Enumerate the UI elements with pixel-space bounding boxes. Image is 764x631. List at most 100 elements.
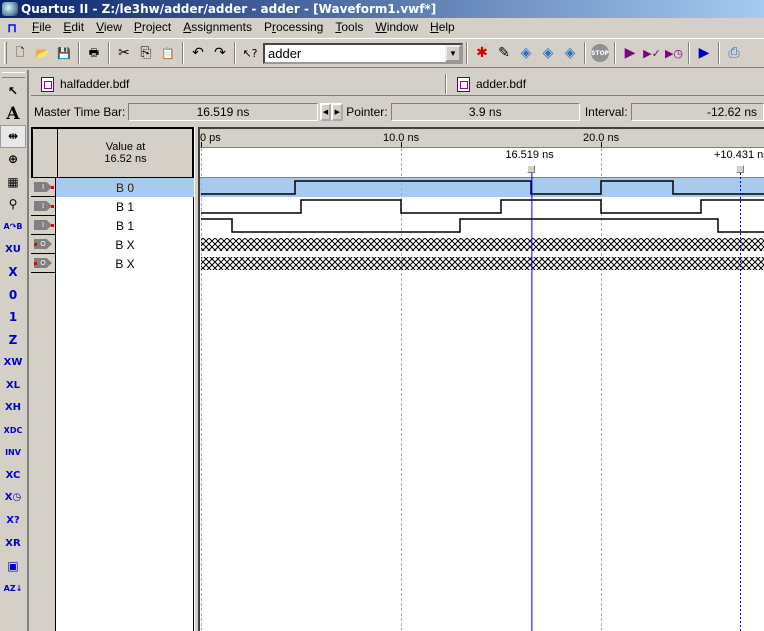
print-icon[interactable]: 🖶: [83, 42, 105, 64]
signal-row[interactable]: I B 1: [31, 216, 194, 235]
timing-analyzer-icon[interactable]: ◈: [559, 42, 581, 64]
text-tool-icon[interactable]: A: [0, 103, 26, 126]
programmer-icon[interactable]: ⎙: [723, 42, 745, 64]
uninitialized-icon[interactable]: XU: [0, 238, 26, 261]
overwrite-clock-icon[interactable]: X◷: [0, 487, 26, 510]
start-simulation-icon[interactable]: ▶: [693, 42, 715, 64]
weak-low-icon[interactable]: XL: [0, 374, 26, 397]
weak-unknown-icon[interactable]: XW: [0, 351, 26, 374]
edit-pencil-icon[interactable]: ✎: [493, 42, 515, 64]
toolbar-separator: [466, 42, 468, 64]
menu-window[interactable]: Window: [369, 18, 424, 37]
master-time-bar-handle[interactable]: [527, 165, 536, 173]
unknown-value-waveform: [201, 257, 764, 270]
previous-transition-button[interactable]: ◀: [319, 103, 332, 121]
waveform-canvas[interactable]: [200, 127, 764, 631]
save-icon[interactable]: 💾: [53, 42, 75, 64]
toolbar-separator: [688, 42, 690, 64]
stop-icon[interactable]: STOP: [591, 44, 609, 62]
signal-value: B X: [115, 237, 135, 252]
secondary-time-bar-handle[interactable]: [736, 165, 744, 173]
menu-view[interactable]: View: [90, 18, 128, 37]
project-combo[interactable]: adder ▼: [263, 42, 463, 64]
context-help-icon[interactable]: ↖?: [239, 42, 261, 64]
toolbar-grip[interactable]: [4, 42, 7, 64]
invert-icon[interactable]: INV: [0, 442, 26, 465]
weak-high-icon[interactable]: XH: [0, 396, 26, 419]
replace-icon[interactable]: A↷B: [0, 216, 26, 239]
fitter-icon[interactable]: ◈: [537, 42, 559, 64]
forcing-low-icon[interactable]: 0: [0, 283, 26, 306]
toolbar-separator: [182, 42, 184, 64]
master-time-bar-label: 16.519 ns: [505, 149, 554, 161]
window-title: Quartus II - Z:/le3hw/adder/adder - adde…: [21, 2, 437, 16]
tab-adder[interactable]: adder.bdf: [447, 72, 747, 96]
menu-bar: ⊓ File Edit View Project Assignments Processi…: [0, 18, 764, 37]
start-timing-icon[interactable]: ▶◷: [663, 42, 685, 64]
menu-help[interactable]: Help: [424, 18, 461, 37]
title-bar: Quartus II - Z:/le3hw/adder/adder - adde…: [0, 0, 764, 18]
selection-tool-icon[interactable]: ↖: [0, 80, 26, 103]
waveform-editor: Value at 16.52 ns IB 0IB 1IB 1OB XOB X 0…: [31, 127, 764, 631]
menu-assignments[interactable]: Assignments: [177, 18, 258, 37]
open-icon[interactable]: 📂: [31, 42, 53, 64]
analysis-icon[interactable]: ◈: [515, 42, 537, 64]
toolbar-separator: [584, 42, 586, 64]
pin-column-empty: [31, 273, 56, 631]
undo-icon[interactable]: ↶: [187, 42, 209, 64]
interval-label: Interval:: [584, 105, 628, 119]
redo-icon[interactable]: ↷: [209, 42, 231, 64]
signal-row[interactable]: OB X: [31, 254, 194, 273]
signal-list-header: Value at 16.52 ns: [31, 127, 194, 178]
toolbar-separator: [234, 42, 236, 64]
document-menu-icon[interactable]: ⊓: [4, 21, 20, 35]
pointer-field: 3.9 ns: [390, 103, 580, 121]
forcing-high-icon[interactable]: 1: [0, 306, 26, 329]
random-values-icon[interactable]: XR: [0, 532, 26, 555]
signal-value: B X: [115, 256, 135, 271]
toolbar-separator: [614, 42, 616, 64]
tab-halfadder[interactable]: halfadder.bdf: [31, 72, 445, 96]
find-icon[interactable]: ⚲: [0, 193, 26, 216]
count-value-icon[interactable]: XC: [0, 464, 26, 487]
bdf-file-icon: [457, 76, 470, 92]
output-pin-icon: O: [31, 254, 56, 273]
unknown-value-waveform: [201, 238, 764, 251]
start-analysis-icon[interactable]: ▶✓: [641, 42, 663, 64]
signal-row[interactable]: I B 1: [31, 197, 194, 216]
start-compilation-icon[interactable]: ▶: [619, 42, 641, 64]
forcing-unknown-icon[interactable]: X: [0, 261, 26, 284]
signal-row[interactable]: OB X: [31, 235, 194, 254]
waveform-editing-tool-icon[interactable]: ⇹: [0, 125, 26, 148]
compile-star-icon[interactable]: ✱: [471, 42, 493, 64]
pin-column-header: [33, 129, 58, 177]
menu-project[interactable]: Project: [128, 18, 177, 37]
quartus-app-icon: [2, 2, 18, 16]
high-impedance-icon[interactable]: Z: [0, 329, 26, 352]
menu-processing[interactable]: Processing: [258, 18, 329, 37]
arbitrary-value-icon[interactable]: X?: [0, 509, 26, 532]
waveform-pane[interactable]: 0 ps 10.0 ns 20.0 ns 16.519 ns +10.431 ns: [200, 127, 764, 631]
chevron-down-icon[interactable]: ▼: [445, 44, 461, 62]
paste-icon[interactable]: 📋: [157, 42, 179, 64]
menu-tools[interactable]: Tools: [329, 18, 369, 37]
menu-edit[interactable]: Edit: [57, 18, 90, 37]
copy-icon[interactable]: ⎘: [135, 42, 157, 64]
dont-care-icon[interactable]: XDC: [0, 419, 26, 442]
new-icon[interactable]: 🗋: [9, 42, 31, 64]
signal-value: B 1: [115, 199, 134, 214]
next-transition-button[interactable]: ▶: [331, 103, 344, 121]
menu-file[interactable]: File: [26, 18, 57, 37]
full-screen-icon[interactable]: ▦: [0, 170, 26, 193]
master-time-bar-field[interactable]: 16.519 ns: [128, 103, 318, 121]
value-column-header[interactable]: Value at 16.52 ns: [59, 129, 192, 177]
main-toolbar: 🗋 📂 💾 🖶 ✂ ⎘ 📋 ↶ ↷ ↖? adder ▼ ✱ ✎ ◈ ◈ ◈ STOP ▶ ▶✓ ▶◷ ▶ ⎙: [0, 38, 764, 68]
toolbar-grip[interactable]: [2, 72, 25, 78]
snap-to-grid-icon[interactable]: ▣: [0, 554, 26, 577]
sort-icon[interactable]: AZ↓: [0, 577, 26, 600]
value-header-line2: 16.52 ns: [104, 153, 147, 165]
toolbar-separator: [718, 42, 720, 64]
zoom-tool-icon[interactable]: ⊕: [0, 148, 26, 171]
signal-row[interactable]: IB 0: [31, 178, 194, 197]
cut-icon[interactable]: ✂: [113, 42, 135, 64]
